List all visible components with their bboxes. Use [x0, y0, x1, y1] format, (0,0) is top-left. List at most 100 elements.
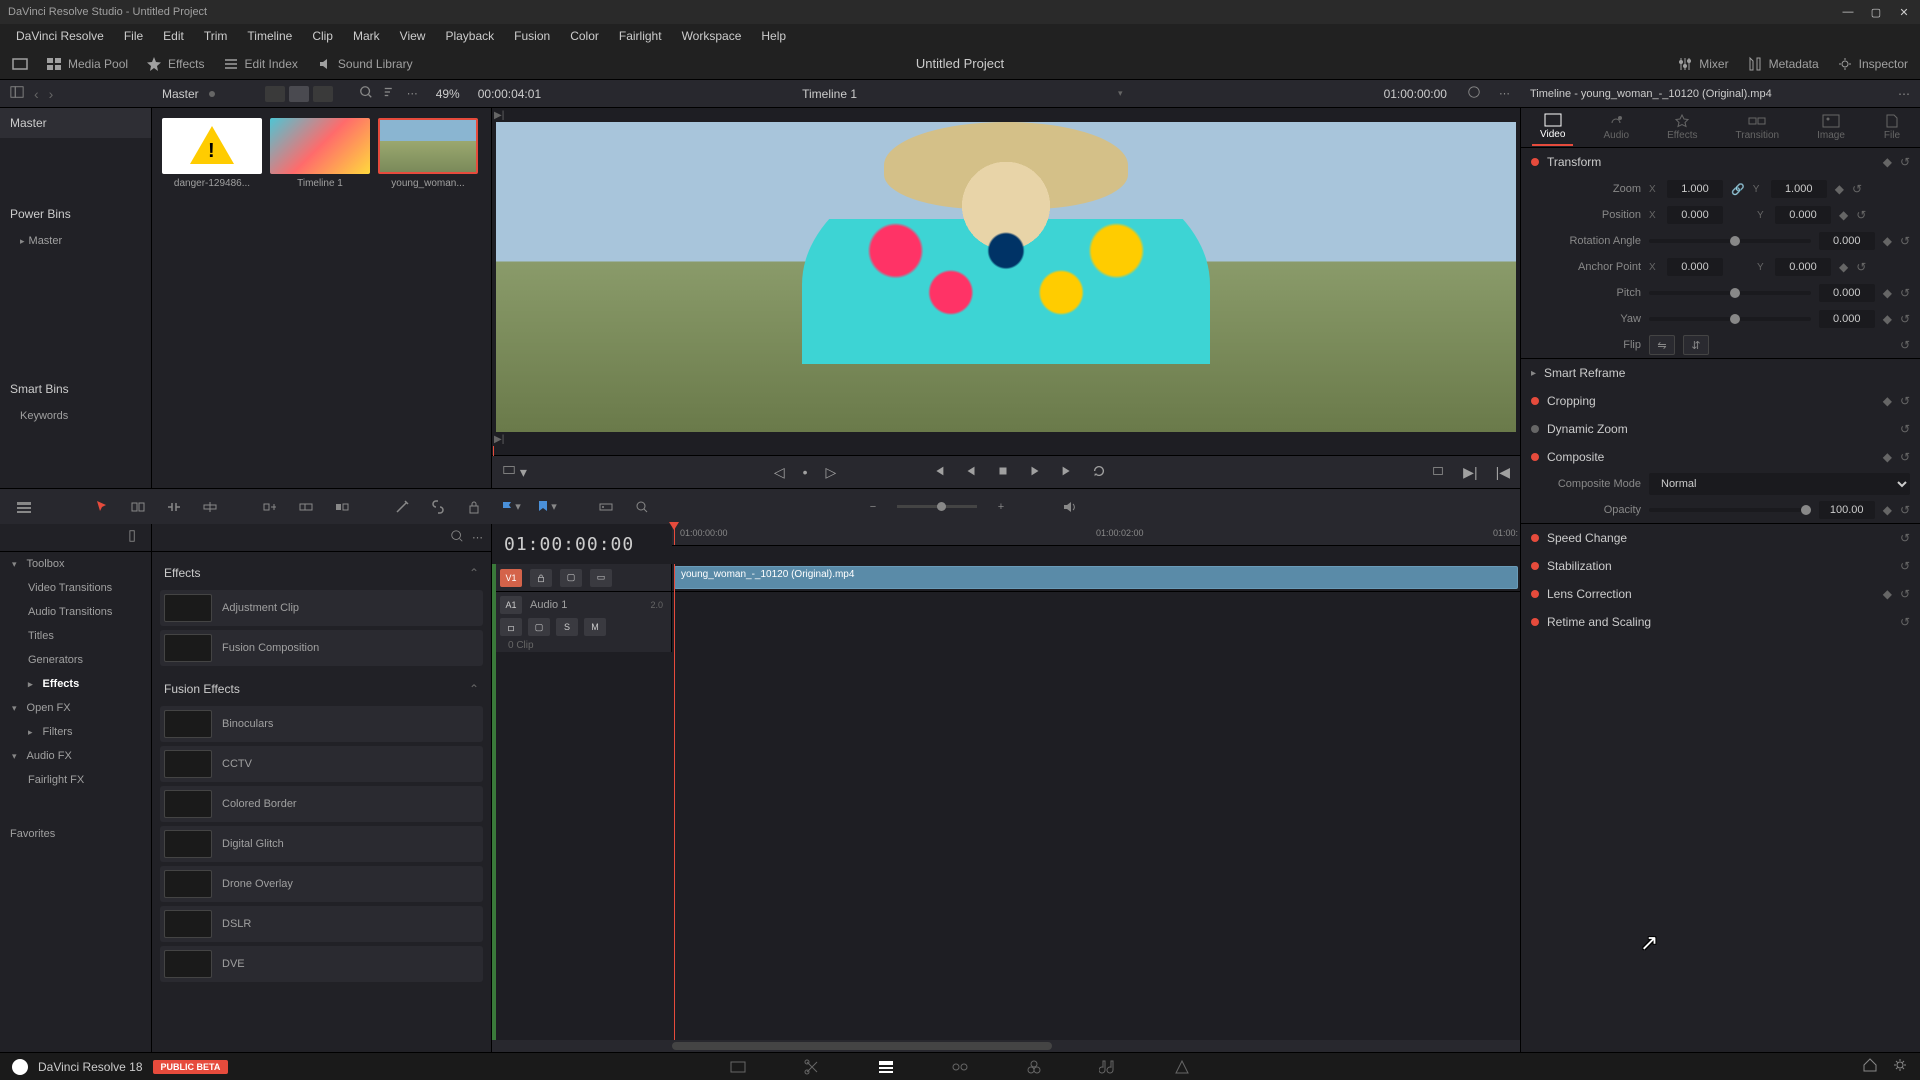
media-clip-young-woman[interactable]: young_woman... — [378, 118, 478, 189]
tree-toolbox[interactable]: Toolbox — [0, 552, 151, 576]
transform-enable-dot[interactable] — [1531, 158, 1539, 166]
effects-options-icon[interactable]: ⋯ — [472, 531, 483, 544]
viewer-options-icon[interactable]: ⋯ — [1499, 87, 1510, 100]
a1-autoselect-button[interactable]: ▢ — [528, 618, 550, 636]
smart-reframe-header[interactable]: ▸Smart Reframe — [1521, 359, 1920, 387]
fusion-effects-group-header[interactable]: Fusion Effects⌃ — [160, 676, 483, 702]
tree-filters[interactable]: Filters — [0, 720, 151, 744]
cropping-enable-dot[interactable] — [1531, 397, 1539, 405]
sound-library-toggle[interactable]: Sound Library — [316, 56, 413, 72]
composite-header[interactable]: Composite◆↺ — [1521, 443, 1920, 471]
flip-reset-icon[interactable]: ↺ — [1900, 338, 1910, 352]
v1-lock-button[interactable] — [530, 569, 552, 587]
zoom-in-button[interactable]: + — [989, 495, 1013, 519]
insert-clip-button[interactable] — [258, 495, 282, 519]
home-button[interactable] — [1862, 1057, 1878, 1076]
fairlight-page-button[interactable] — [1096, 1057, 1120, 1077]
speed-change-enable-dot[interactable] — [1531, 534, 1539, 542]
expand-viewer-icon[interactable]: ▶| — [494, 434, 504, 445]
pitch-reset-icon[interactable]: ↺ — [1900, 286, 1910, 300]
tree-effects[interactable]: Effects — [0, 672, 151, 696]
options-icon[interactable]: ⋯ — [407, 87, 418, 100]
prev-frame-button[interactable] — [964, 464, 978, 481]
playhead[interactable] — [674, 524, 675, 545]
a1-lock-button[interactable] — [500, 618, 522, 636]
inspector-tab-file[interactable]: File — [1875, 110, 1909, 145]
position-y-input[interactable] — [1775, 206, 1831, 224]
fusion-page-button[interactable] — [948, 1057, 972, 1077]
inspector-options-icon[interactable]: ⋯ — [1898, 87, 1910, 101]
loop-button[interactable] — [1092, 464, 1106, 481]
v1-autoselect-button[interactable]: ▢ — [560, 569, 582, 587]
nav-back[interactable]: ‹ — [34, 86, 39, 102]
menu-view[interactable]: View — [392, 27, 434, 45]
anchor-y-input[interactable] — [1775, 258, 1831, 276]
timeline-ruler[interactable]: 01:00:00:00 01:00:02:00 01:00: — [672, 524, 1520, 546]
inspector-tab-image[interactable]: Image — [1809, 110, 1853, 145]
timeline-hscroll[interactable] — [492, 1040, 1520, 1052]
media-clip-danger[interactable]: danger-129486... — [162, 118, 262, 189]
bin-list-toggle[interactable] — [10, 85, 24, 102]
tree-audio-fx[interactable]: Audio FX — [0, 744, 151, 768]
position-reset-icon[interactable]: ↺ — [1856, 208, 1866, 222]
maximize-button[interactable]: ▢ — [1868, 4, 1884, 20]
effects-toggle[interactable]: Effects — [146, 56, 204, 72]
view-metadata-icon[interactable] — [265, 86, 285, 102]
lens-keyframe-icon[interactable]: ◆ — [1883, 587, 1892, 601]
timeline-clip-young-woman[interactable]: young_woman_-_10120 (Original).mp4 — [674, 566, 1518, 589]
rotation-input[interactable] — [1819, 232, 1875, 250]
next-edit-icon[interactable]: ▷ — [826, 464, 837, 481]
tree-fairlight-fx[interactable]: Fairlight FX — [0, 768, 151, 792]
anchor-reset-icon[interactable]: ↺ — [1856, 260, 1866, 274]
effect-colored-border[interactable]: Colored Border — [160, 786, 483, 822]
power-bins-master[interactable]: Master — [0, 229, 151, 253]
menu-trim[interactable]: Trim — [196, 27, 236, 45]
search-icon[interactable] — [359, 85, 373, 102]
v1-content[interactable]: young_woman_-_10120 (Original).mp4 — [672, 564, 1520, 591]
match-frame-button[interactable] — [1431, 464, 1445, 481]
effect-dslr[interactable]: DSLR — [160, 906, 483, 942]
last-frame-button[interactable] — [1060, 464, 1074, 481]
position-lock-toggle[interactable] — [462, 495, 486, 519]
cropping-header[interactable]: Cropping◆↺ — [1521, 387, 1920, 415]
menu-clip[interactable]: Clip — [304, 27, 341, 45]
inspector-toggle[interactable]: Inspector — [1837, 56, 1908, 72]
stabilization-reset-icon[interactable]: ↺ — [1900, 559, 1910, 573]
transform-keyframe-icon[interactable]: ◆ — [1883, 155, 1892, 169]
playhead-line[interactable] — [674, 564, 675, 1040]
dynamic-zoom-enable-dot[interactable] — [1531, 425, 1539, 433]
power-bins-header[interactable]: Power Bins — [0, 199, 151, 229]
selection-tool[interactable] — [90, 495, 114, 519]
menu-fairlight[interactable]: Fairlight — [611, 27, 670, 45]
pitch-slider[interactable] — [1649, 291, 1811, 295]
viewer-scrubber-playhead[interactable] — [493, 446, 494, 456]
effects-search-icon[interactable] — [450, 529, 464, 546]
close-button[interactable]: ✕ — [1896, 4, 1912, 20]
composite-keyframe-icon[interactable]: ◆ — [1883, 450, 1892, 464]
media-pool-toggle[interactable]: Media Pool — [46, 56, 128, 72]
a1-dest-button[interactable]: A1 — [500, 596, 522, 614]
zoom-x-input[interactable] — [1667, 180, 1723, 198]
cropping-reset-icon[interactable]: ↺ — [1900, 394, 1910, 408]
inspector-tab-audio[interactable]: Audio — [1595, 110, 1637, 145]
anchor-x-input[interactable] — [1667, 258, 1723, 276]
v1-enable-button[interactable]: ▭ — [590, 569, 612, 587]
yaw-keyframe-icon[interactable]: ◆ — [1883, 312, 1892, 326]
opacity-reset-icon[interactable]: ↺ — [1900, 503, 1910, 517]
cropping-keyframe-icon[interactable]: ◆ — [1883, 394, 1892, 408]
effect-cctv[interactable]: CCTV — [160, 746, 483, 782]
overwrite-clip-button[interactable] — [294, 495, 318, 519]
transform-reset-icon[interactable]: ↺ — [1900, 155, 1910, 169]
opacity-input[interactable] — [1819, 501, 1875, 519]
tree-favorites[interactable]: Favorites — [0, 822, 151, 846]
rotation-slider[interactable] — [1649, 239, 1811, 243]
edit-page-button[interactable] — [874, 1057, 898, 1077]
prev-clip-button[interactable]: |◀ — [1496, 464, 1510, 481]
effect-fusion-composition[interactable]: Fusion Composition — [160, 630, 483, 666]
flag-dropdown[interactable]: ▾ — [498, 495, 522, 519]
zoom-link-icon[interactable]: 🔗 — [1731, 183, 1745, 196]
viewer[interactable] — [496, 122, 1516, 432]
composite-enable-dot[interactable] — [1531, 453, 1539, 461]
zoom-keyframe-icon[interactable]: ◆ — [1835, 182, 1844, 196]
viewer-zoom[interactable]: 49% — [436, 87, 460, 101]
